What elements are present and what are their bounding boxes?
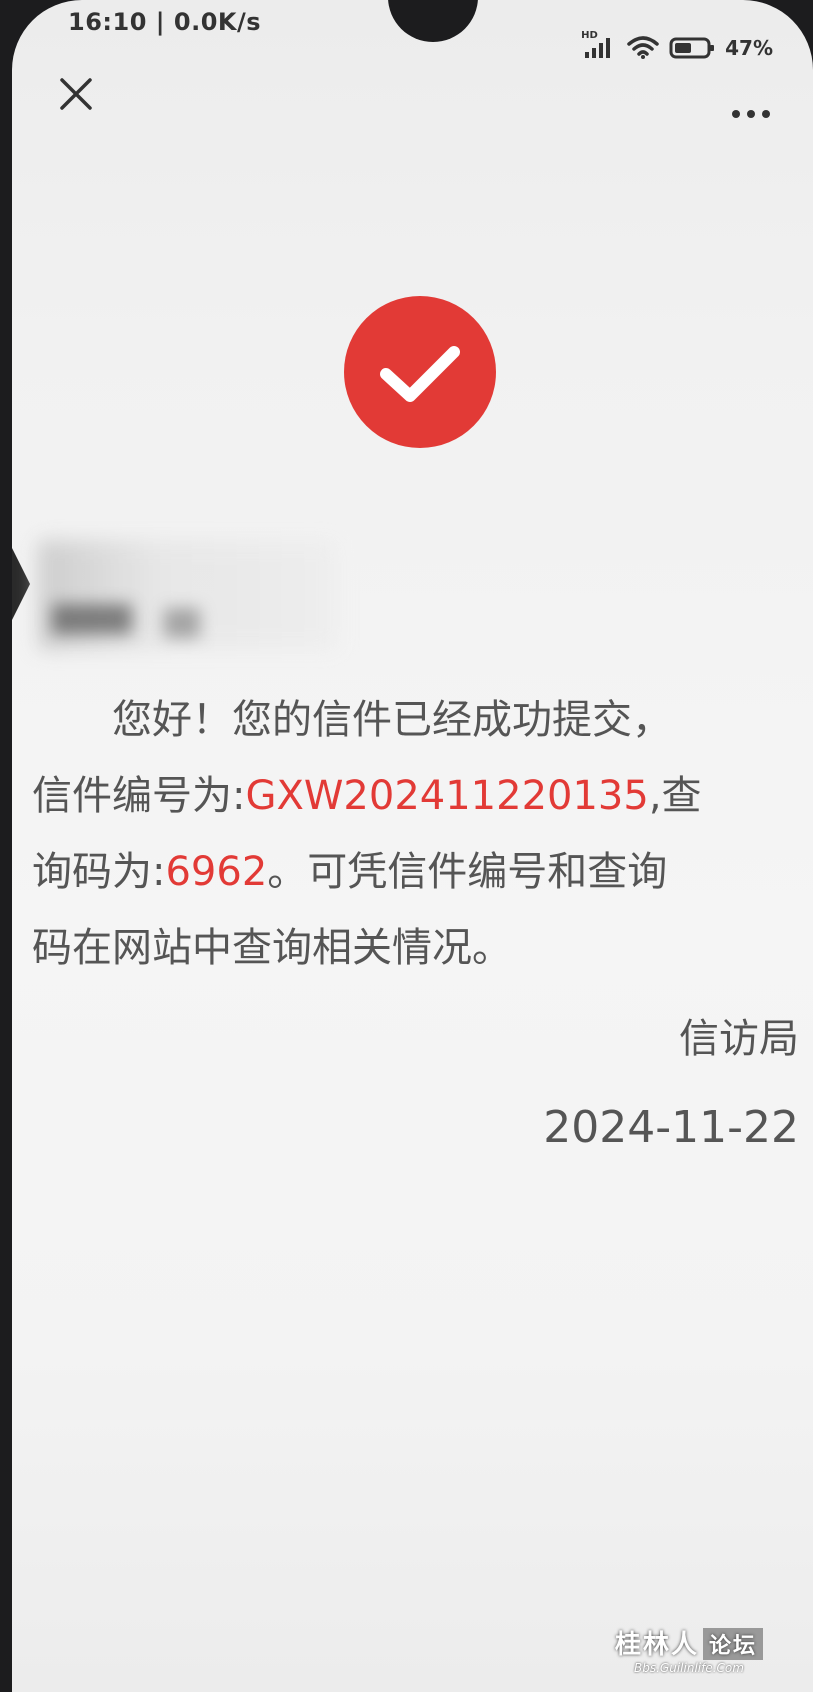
wifi-icon (627, 36, 659, 59)
signal-icon: HD (581, 30, 617, 60)
blurred-region-mark (52, 604, 132, 634)
checkmark-icon (344, 296, 496, 448)
message-line-3: 询码为:6962。可凭信件编号和查询 (32, 849, 668, 895)
more-icon[interactable] (729, 104, 773, 124)
letter-number: GXW202411220135 (245, 773, 649, 819)
sender-name: 信访局 (679, 1016, 799, 1062)
message-line-1: 您好！您的信件已经成功提交， (112, 697, 672, 743)
camera-notch (388, 0, 478, 42)
battery-icon (669, 37, 715, 59)
message-line-2: 信件编号为:GXW202411220135,查 (32, 773, 702, 819)
watermark: 桂林人 论坛 Bbs.Guilinlife.Com (615, 1624, 763, 1675)
watermark-box: 论坛 (702, 1628, 763, 1660)
watermark-main: 桂林人 论坛 (615, 1624, 763, 1661)
side-tab-handle[interactable] (12, 548, 30, 620)
success-message: 您好！您的信件已经成功提交， 信件编号为:GXW202411220135,查 询… (32, 682, 802, 986)
phone-screen: 16:10 | 0.0K/s HD 47% 您好！您的信件已经成功提交， 信件编… (12, 0, 813, 1692)
query-code: 6962 (165, 849, 268, 895)
battery-percent: 47% (725, 36, 773, 60)
blurred-region-mark-2 (164, 608, 200, 638)
submission-date: 2024-11-22 (543, 1102, 799, 1153)
status-icons: HD 47% (581, 30, 773, 60)
close-icon[interactable] (56, 74, 96, 114)
status-time: 16:10 | 0.0K/s (68, 8, 262, 36)
message-line-4: 码在网站中查询相关情况。 (32, 925, 512, 971)
watermark-sub: Bbs.Guilinlife.Com (634, 1661, 744, 1675)
